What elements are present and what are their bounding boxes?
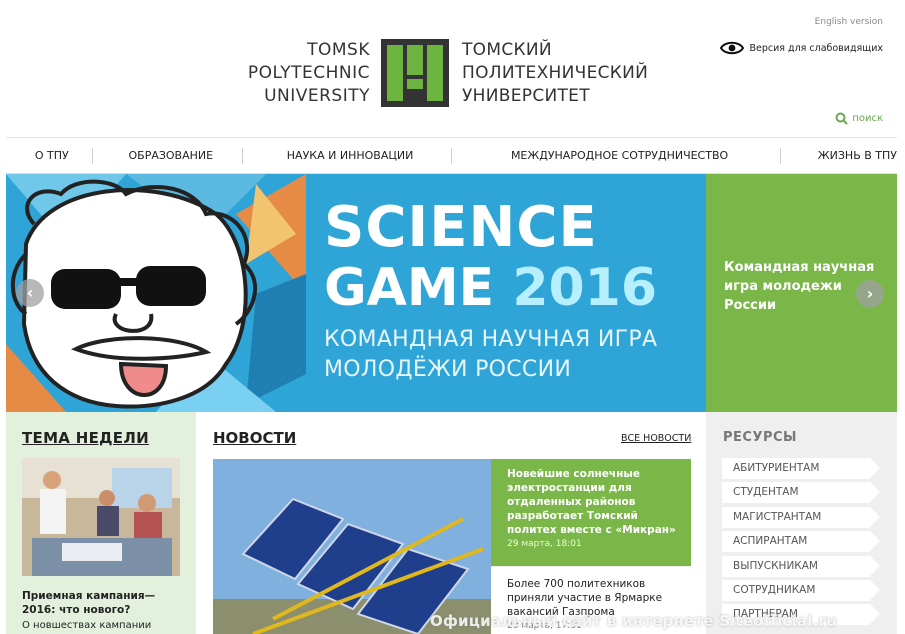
theme-text: О новшествах кампании [22, 620, 152, 631]
site-header: English version Версия для слабовидящих … [6, 8, 897, 138]
news-section: НОВОСТИ ВСЕ НОВОСТИ Новейшие солнечные э… [196, 412, 706, 634]
low-vision-label: Версия для слабовидящих [749, 42, 884, 54]
all-news-link[interactable]: ВСЕ НОВОСТИ [621, 433, 691, 444]
watermark-text: Официальный сайт в интернете Siteofficia… [430, 612, 837, 630]
banner-game-word: GAME [324, 258, 495, 318]
logo-ru-line: ТОМСКИЙ [462, 40, 552, 60]
search-link[interactable]: поиск [835, 112, 883, 125]
theme-title[interactable]: Приемная кампания—2016: что нового? [22, 589, 187, 617]
page: English version Версия для слабовидящих … [0, 0, 905, 634]
logo-en-line: POLYTECHNIC [247, 63, 370, 83]
nav-divider [451, 147, 453, 164]
logo-text-ru: ТОМСКИЙ ПОЛИТЕХНИЧЕСКИЙ УНИВЕРСИТЕТ [462, 39, 692, 108]
theme-heading[interactable]: ТЕМА НЕДЕЛИ [22, 429, 149, 447]
search-label: поиск [852, 113, 883, 124]
resource-item-alumni[interactable]: ВЫПУСКНИКАМ [722, 555, 880, 577]
nav-divider [241, 147, 243, 164]
logo-en-line: TOMSK [307, 40, 370, 60]
banner-headline-line1: SCIENCE [324, 195, 598, 260]
main-nav: О ТПУ ОБРАЗОВАНИЕ НАУКА И ИННОВАЦИИ МЕЖД… [6, 138, 897, 174]
resource-item-staff[interactable]: СОТРУДНИКАМ [722, 579, 880, 601]
nav-item-international[interactable]: МЕЖДУНАРОДНОЕ СОТРУДНИЧЕСТВО [511, 149, 728, 162]
resource-item-applicants[interactable]: АБИТУРИЕНТАМ [722, 458, 880, 479]
resource-item-masters[interactable]: МАГИСТРАНТАМ [722, 506, 880, 528]
tpu-logo-mark-icon [381, 39, 449, 107]
low-vision-link[interactable]: Версия для слабовидящих [719, 40, 884, 56]
hero-banner[interactable]: SCIENCE GAME 2016 КОМАНДНАЯ НАУЧНАЯ ИГРА… [6, 174, 897, 412]
news-feature-date: 29 марта, 18:01 [507, 539, 582, 549]
resources-list: АБИТУРИЕНТАМ СТУДЕНТАМ МАГИСТРАНТАМ АСПИ… [722, 458, 880, 629]
nav-item-science[interactable]: НАУКА И ИННОВАЦИИ [287, 149, 414, 162]
theme-photo[interactable] [22, 458, 180, 576]
nav-divider [91, 147, 93, 164]
nav-item-about[interactable]: О ТПУ [35, 149, 69, 162]
nav-item-life[interactable]: ЖИЗНЬ В ТПУ [818, 149, 897, 162]
lower-content: ТЕМА НЕДЕЛИ Приемная кампания—2016: что … [6, 412, 897, 634]
resources-heading: РЕСУРСЫ [723, 430, 798, 445]
resource-item-postgrads[interactable]: АСПИРАНТАМ [722, 531, 880, 553]
tpu-logo[interactable]: TOMSK POLYTECHNIC UNIVERSITY ТОМСКИЙ ПОЛ… [230, 39, 680, 115]
chevron-left-icon[interactable]: ‹ [16, 279, 44, 307]
nav-divider [779, 147, 781, 164]
resource-item-students[interactable]: СТУДЕНТАМ [722, 482, 880, 504]
news-heading[interactable]: НОВОСТИ [213, 429, 296, 447]
news-feature-item[interactable]: Новейшие солнечные электростанции для от… [491, 459, 691, 566]
search-icon [835, 112, 849, 125]
english-version-link[interactable]: English version [815, 17, 883, 27]
banner-subline1: КОМАНДНАЯ НАУЧНАЯ ИГРА [324, 327, 658, 352]
eye-icon [719, 41, 744, 55]
chevron-right-icon[interactable]: › [856, 280, 884, 308]
banner-year: 2016 [512, 258, 658, 318]
news-feature-title: Новейшие солнечные электростанции для от… [507, 468, 676, 536]
resources-section: РЕСУРСЫ АБИТУРИЕНТАМ СТУДЕНТАМ МАГИСТРАН… [706, 412, 897, 634]
logo-en-line: UNIVERSITY [264, 86, 370, 106]
logo-ru-line: ПОЛИТЕХНИЧЕСКИЙ [462, 63, 649, 83]
banner-subline2: МОЛОДЁЖИ РОССИИ [324, 357, 572, 382]
logo-text-en: TOMSK POLYTECHNIC UNIVERSITY [230, 39, 370, 108]
solar-panels-photo[interactable] [213, 459, 491, 634]
theme-of-week: ТЕМА НЕДЕЛИ Приемная кампания—2016: что … [6, 412, 196, 634]
nav-item-education[interactable]: ОБРАЗОВАНИЕ [128, 149, 213, 162]
banner-headline-line2: GAME 2016 [324, 258, 657, 318]
logo-ru-line: УНИВЕРСИТЕТ [462, 86, 590, 106]
